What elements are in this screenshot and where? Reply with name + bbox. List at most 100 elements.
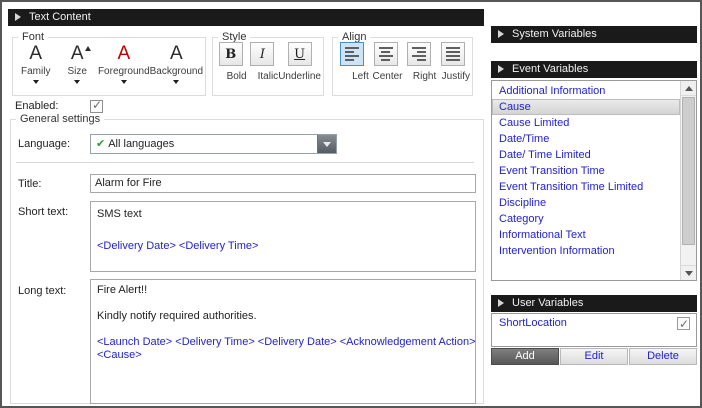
italic-label: Italic <box>258 71 279 82</box>
align-center-label: Center <box>372 71 402 82</box>
bold-label: Bold <box>227 71 247 82</box>
font-family-dropdown-icon[interactable] <box>33 80 39 84</box>
align-right-button[interactable]: Right <box>403 42 437 93</box>
font-foreground-button[interactable]: A Foreground <box>98 42 150 93</box>
blank-line <box>97 297 469 310</box>
language-dropdown-arrow-icon[interactable] <box>317 135 336 153</box>
expander-icon <box>498 65 504 73</box>
font-background-dropdown-icon[interactable] <box>173 80 179 84</box>
align-left-label: Left <box>352 71 369 82</box>
align-justify-icon <box>446 47 460 61</box>
align-center-button[interactable]: Center <box>369 42 403 93</box>
short-text-input[interactable]: SMS text <Delivery Date> <Delivery Time> <box>90 201 476 272</box>
font-size-button[interactable]: A Size <box>56 42 97 93</box>
align-justify-label: Justify <box>442 71 470 82</box>
list-item[interactable]: Date/Time <box>492 131 680 147</box>
system-variables-header[interactable]: System Variables <box>491 26 697 43</box>
align-right-icon <box>412 47 426 61</box>
underline-icon: U <box>294 47 305 62</box>
blank-line <box>97 222 469 238</box>
font-family-icon: A <box>29 42 42 66</box>
language-value: ✔All languages <box>96 135 174 153</box>
list-item[interactable]: Cause Limited <box>492 115 680 131</box>
font-background-label: Background <box>150 66 203 77</box>
list-item[interactable]: Event Transition Time <box>492 163 680 179</box>
short-text-label: Short text: <box>18 206 68 218</box>
list-item[interactable]: Event Transition Time Limited <box>492 179 680 195</box>
short-text-variable-line: <Delivery Date> <Delivery Time> <box>97 238 469 254</box>
delete-button[interactable]: Delete <box>629 348 697 365</box>
enabled-label: Enabled: <box>15 100 58 112</box>
style-group: Style B Bold I Italic U Underline <box>212 37 324 96</box>
underline-label: Underline <box>278 71 321 82</box>
expander-icon <box>498 30 504 38</box>
list-item[interactable]: Date/ Time Limited <box>492 147 680 163</box>
enabled-checkbox[interactable] <box>90 100 103 113</box>
scroll-down-icon[interactable] <box>681 265 696 280</box>
expander-icon <box>15 13 21 21</box>
align-group: Align Left Center Right Justify <box>332 37 473 96</box>
text-content-panel: Text Content Font A Family A Size A Fore… <box>0 0 702 408</box>
list-item[interactable]: ShortLocation <box>492 314 696 332</box>
list-item-selected[interactable]: Cause <box>492 99 680 115</box>
long-text-input[interactable]: Fire Alert!! Kindly notify required auth… <box>90 279 476 404</box>
list-item[interactable]: Additional Information <box>492 83 680 99</box>
font-group: Font A Family A Size A Foreground A Back… <box>12 37 206 96</box>
language-label: Language: <box>18 138 70 150</box>
title-label: Title: <box>18 178 41 190</box>
scroll-up-icon[interactable] <box>681 81 696 96</box>
user-variables-header[interactable]: User Variables <box>491 295 697 312</box>
title-input[interactable]: Alarm for Fire <box>90 174 476 193</box>
long-text-variable-line: <Cause> <box>97 349 469 362</box>
font-family-button[interactable]: A Family <box>15 42 56 93</box>
align-right-label: Right <box>413 71 436 82</box>
align-center-icon <box>379 47 393 61</box>
font-background-button[interactable]: A Background <box>150 42 203 93</box>
list-item[interactable]: Intervention Information <box>492 243 680 259</box>
user-variables-title: User Variables <box>512 297 583 309</box>
font-size-dropdown-icon[interactable] <box>74 80 80 84</box>
event-variables-list: Additional Information Cause Cause Limit… <box>491 80 697 281</box>
general-settings-label: General settings <box>16 113 104 125</box>
font-family-label: Family <box>21 66 50 77</box>
italic-button[interactable]: I Italic <box>247 42 279 93</box>
align-left-button[interactable]: Left <box>335 42 369 93</box>
long-text-line: Fire Alert!! <box>97 284 469 297</box>
list-item[interactable]: Informational Text <box>492 227 680 243</box>
list-item[interactable]: Discipline <box>492 195 680 211</box>
font-foreground-label: Foreground <box>98 66 150 77</box>
text-content-header[interactable]: Text Content <box>8 9 484 26</box>
italic-icon: I <box>260 47 265 62</box>
separator <box>16 162 474 163</box>
event-variables-title: Event Variables <box>512 63 588 75</box>
user-variable-checkbox[interactable] <box>677 317 690 330</box>
user-variable-label: ShortLocation <box>499 317 567 329</box>
font-background-icon: A <box>170 42 183 66</box>
check-icon: ✔ <box>96 138 105 150</box>
font-size-label: Size <box>67 66 86 77</box>
short-text-line: SMS text <box>97 206 469 222</box>
align-left-icon <box>345 47 359 61</box>
underline-button[interactable]: U Underline <box>278 42 321 93</box>
align-justify-button[interactable]: Justify <box>436 42 470 93</box>
add-button[interactable]: Add <box>491 348 559 365</box>
font-foreground-dropdown-icon[interactable] <box>121 80 127 84</box>
user-variables-list: ShortLocation <box>491 313 697 347</box>
list-item[interactable]: Category <box>492 211 680 227</box>
text-content-header-title: Text Content <box>29 11 91 23</box>
blank-line <box>97 323 469 336</box>
expander-icon <box>498 299 504 307</box>
user-variables-actions: Add Edit Delete <box>491 348 697 365</box>
edit-button[interactable]: Edit <box>560 348 628 365</box>
scrollbar-thumb[interactable] <box>682 97 695 245</box>
event-variables-header[interactable]: Event Variables <box>491 61 697 78</box>
long-text-variable-line: <Launch Date> <Delivery Time> <Delivery … <box>97 336 469 349</box>
scrollbar[interactable] <box>680 81 696 280</box>
font-foreground-icon: A <box>117 42 130 66</box>
bold-icon: B <box>225 47 236 62</box>
font-size-icon: A <box>71 42 84 66</box>
long-text-line: Kindly notify required authorities. <box>97 310 469 323</box>
language-dropdown[interactable]: ✔All languages <box>90 134 337 154</box>
long-text-label: Long text: <box>18 285 66 297</box>
bold-button[interactable]: B Bold <box>215 42 247 93</box>
